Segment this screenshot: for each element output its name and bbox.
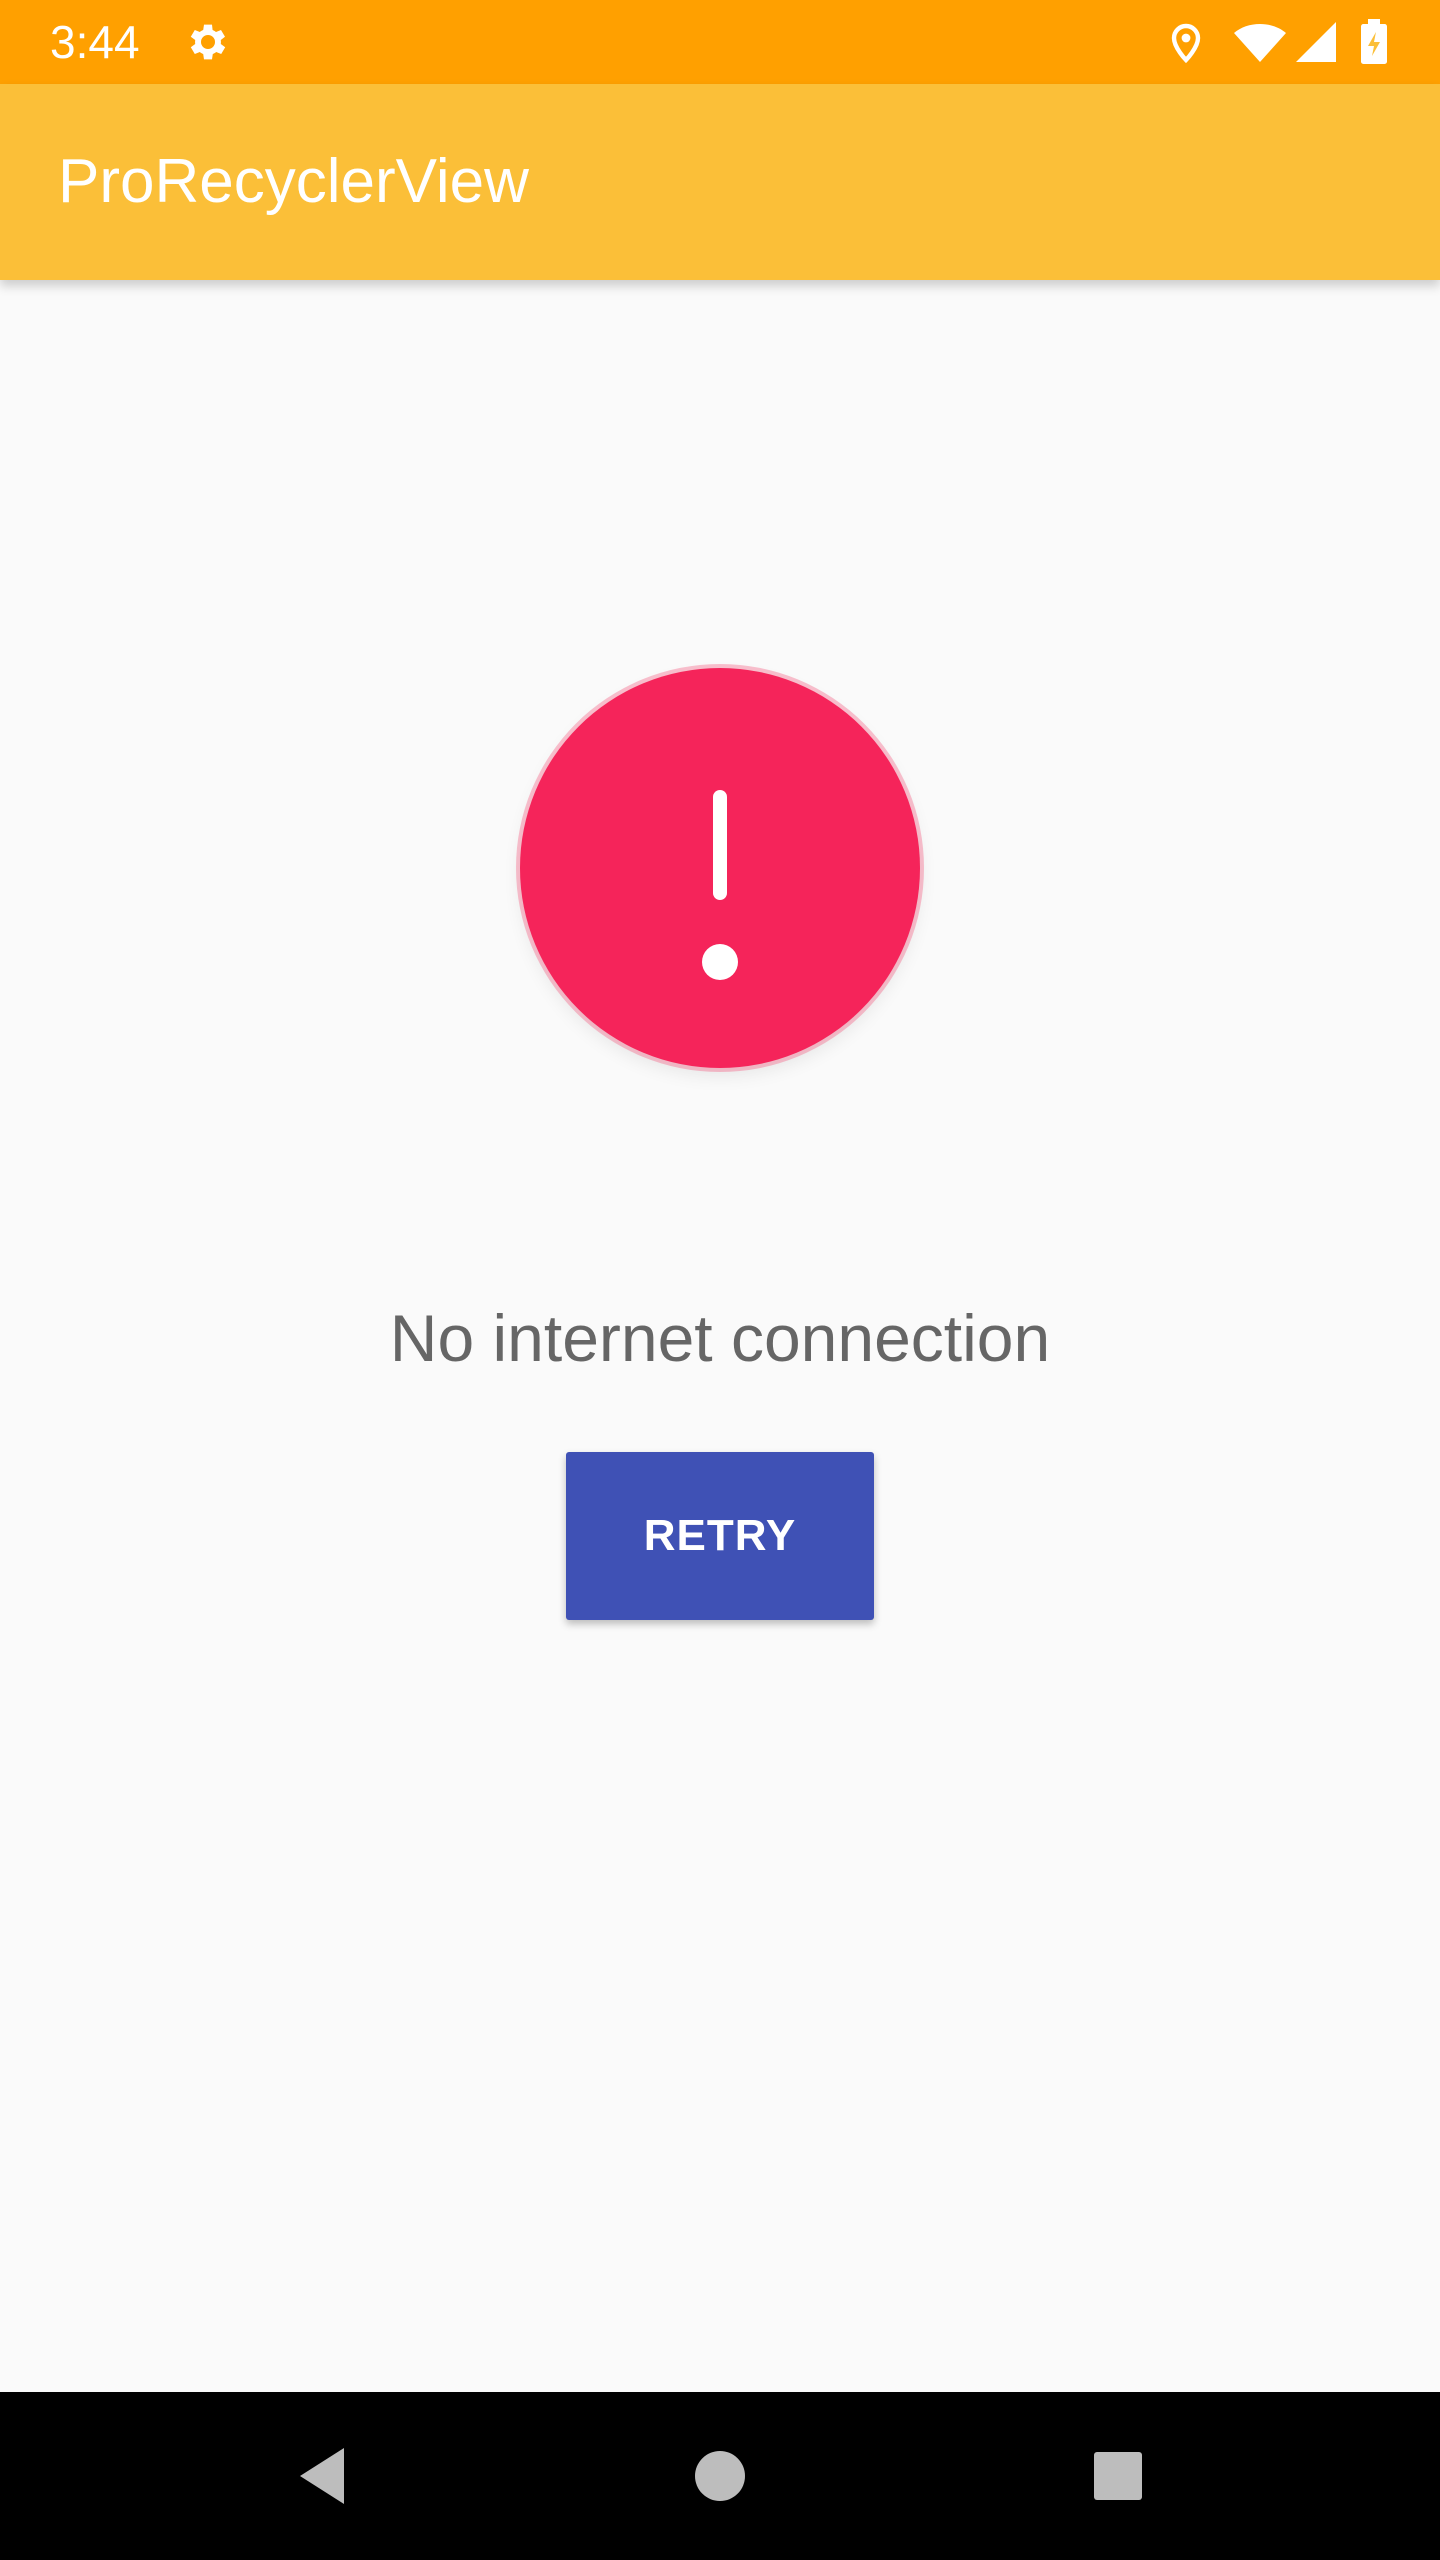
navigation-bar (0, 2392, 1440, 2560)
back-icon[interactable] (280, 2436, 360, 2516)
alert-icon-bar (713, 790, 727, 900)
status-time: 3:44 (50, 16, 140, 68)
alert-icon-dot (702, 944, 738, 980)
battery-charging-icon (1356, 18, 1392, 66)
wifi-icon (1232, 18, 1288, 66)
status-bar: 3:44 (0, 0, 1440, 84)
app-bar: ProRecyclerView (0, 84, 1440, 280)
error-message: No internet connection (389, 1301, 1051, 1375)
settings-icon (184, 18, 232, 66)
recents-icon[interactable] (1078, 2436, 1158, 2516)
signal-icon (1292, 18, 1340, 66)
app-title: ProRecyclerView (58, 147, 529, 216)
screen: 3:44 ProRecyclerView No internet connect… (0, 0, 1440, 2560)
retry-button[interactable]: RETRY (566, 1452, 874, 1620)
home-icon[interactable] (680, 2436, 760, 2516)
location-icon (1162, 18, 1210, 66)
